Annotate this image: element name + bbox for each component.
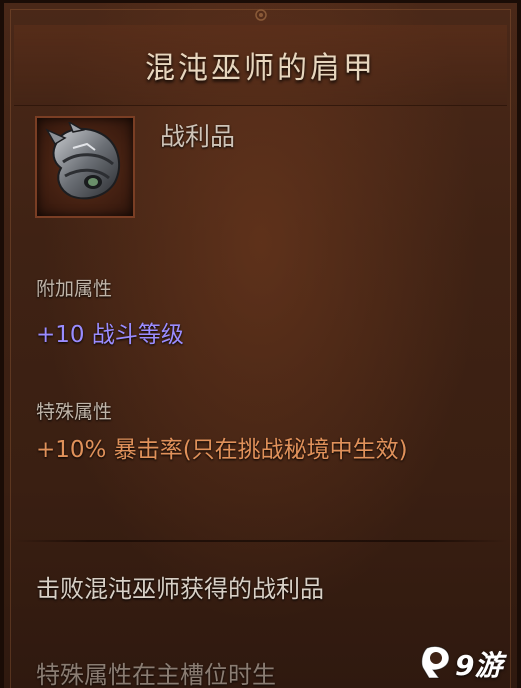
item-icon-frame[interactable] [35, 116, 135, 218]
item-type: 战利品 [160, 122, 236, 151]
jiuyou-logo-icon [421, 645, 450, 679]
special-attribute-value: +10% 暴击率(只在挑战秘境中生效) [36, 437, 408, 463]
additional-attributes-label: 附加属性 [36, 278, 113, 300]
divider [14, 540, 507, 542]
top-ornament-icon [254, 9, 267, 21]
item-tooltip: 混沌巫师的肩甲 战利品 附加属性 +10 战斗等级 特殊属性 +10% 暴击率(… [0, 0, 521, 688]
watermark: 9游 [419, 642, 509, 682]
shoulder-armor-icon [45, 122, 121, 200]
item-description-cut-off: 特殊属性在主槽位时生 [36, 661, 276, 688]
special-attributes-label: 特殊属性 [36, 401, 113, 423]
item-description: 击败混沌巫师获得的战利品 [36, 575, 324, 603]
item-name: 混沌巫师的肩甲 [145, 51, 376, 86]
additional-attribute-value: +10 战斗等级 [36, 322, 184, 348]
watermark-logo-text: 9游 [455, 649, 503, 682]
